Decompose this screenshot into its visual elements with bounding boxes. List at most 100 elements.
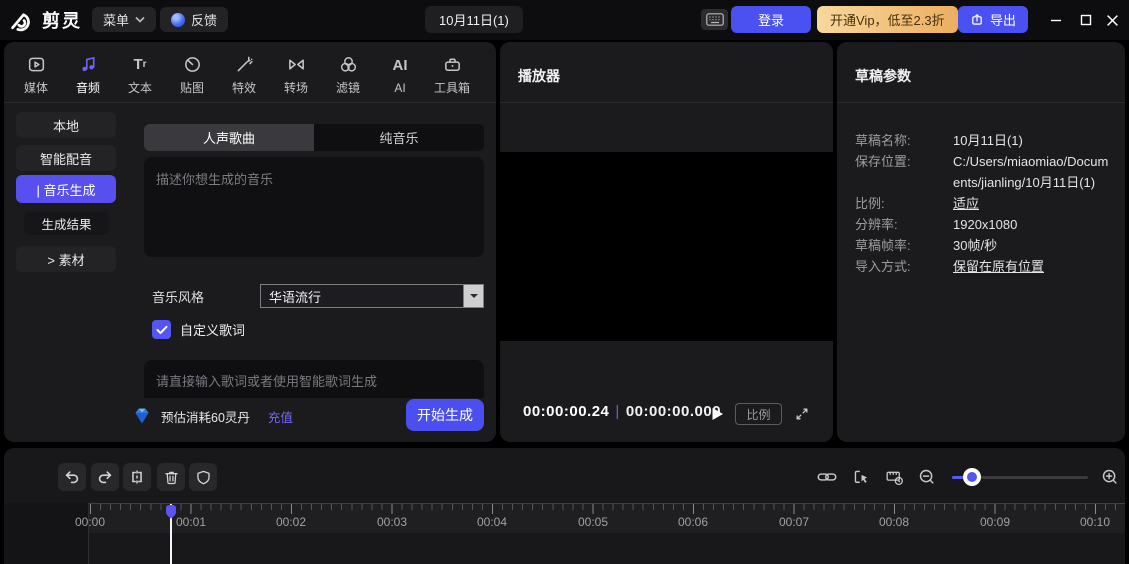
playhead-icon [165,504,177,519]
select-cursor-button[interactable] [851,467,871,487]
window-close-button[interactable] [1099,8,1125,32]
ruler-label: 00:10 [1080,515,1110,529]
slider-knob[interactable] [963,468,981,486]
sticker-icon [183,54,202,74]
tab-effects[interactable]: 特效 [218,50,270,100]
custom-lyrics-checkbox[interactable] [152,320,171,339]
preview-axis-button[interactable] [884,467,904,487]
tab-filters[interactable]: 滤镜 [322,50,374,100]
window-minimize-button[interactable] [1043,8,1069,32]
tab-media[interactable]: 媒体 [10,50,62,100]
timeline-playhead[interactable] [165,504,177,519]
app-name: 剪灵 [42,7,82,33]
mask-button[interactable] [189,463,217,491]
music-style-label: 音乐风格 [152,287,204,306]
shortcut-keyboard-button[interactable] [701,9,728,30]
tab-vocal-song[interactable]: 人声歌曲 [144,124,314,151]
tab-audio[interactable]: 音频 [62,50,114,100]
menu-label: 菜单 [103,10,129,29]
sidebar-item-music-generation[interactable]: | 音乐生成 [16,175,116,203]
menu-button[interactable]: 菜单 [92,7,156,32]
timeline-panel: 00:00 00:01 00:02 00:03 00:04 00:05 00:0… [4,448,1125,564]
draft-param-row: 导入方式: 保留在原有位置 [855,256,1111,277]
tab-instrumental[interactable]: 纯音乐 [314,124,484,151]
zoom-in-button[interactable] [1100,467,1120,487]
export-button[interactable]: 导出 [958,6,1028,33]
filter-icon [339,54,358,74]
link-button[interactable] [817,467,837,487]
chevron-down-icon [135,16,145,23]
draft-param-row: 草稿名称: 10月11日(1) [855,130,1111,151]
tool-label: 音频 [76,79,100,96]
tool-label: 转场 [284,79,308,96]
estimated-cost-text: 预估消耗60灵丹 [161,407,250,426]
param-label: 草稿帧率: [855,235,953,256]
music-style-row: 音乐风格 华语流行 [152,284,484,308]
tool-label: 文本 [128,79,152,96]
lyrics-input[interactable]: 请直接输入歌词或者使用智能歌词生成 [144,360,484,398]
delete-icon [163,469,180,486]
fullscreen-button[interactable] [794,404,814,424]
recharge-link[interactable]: 充值 [268,407,293,426]
login-button[interactable]: 登录 [731,6,811,33]
sidebar-item-generation-results[interactable]: 生成结果 [24,212,109,235]
tab-ai[interactable]: AI AI [374,50,426,100]
player-title: 播放器 [518,66,560,86]
start-generate-button[interactable]: 开始生成 [406,399,484,431]
music-type-tabs: 人声歌曲 纯音乐 [144,124,484,151]
draft-param-row: 比例: 适应 [855,193,1111,214]
ruler-label: 00:03 [377,515,407,529]
diamond-icon [132,407,152,425]
draft-params-rows: 草稿名称: 10月11日(1) 保存位置: C:/Users/miaomiao/… [855,130,1111,277]
player-divider [500,102,833,103]
param-value: 1920x1080 [953,214,1111,235]
ruler-label: 00:09 [980,515,1010,529]
param-label: 保存位置: [855,151,953,193]
export-label: 导出 [990,10,1016,29]
play-icon [711,407,724,421]
generate-row: 预估消耗60灵丹 充值 开始生成 [132,399,488,433]
zoom-out-button[interactable] [917,467,937,487]
sidebar-item-local[interactable]: 本地 [16,112,116,138]
player-panel: 播放器 00:00:00.24|00:00:00.000 比例 [500,42,833,442]
music-description-input[interactable]: 描述你想生成的音乐 [144,157,484,257]
timeline-zoom-slider[interactable] [952,470,1088,484]
param-value-aspect-link[interactable]: 适应 [953,193,1111,214]
param-value: C:/Users/miaomiao/Documents/jianling/10月… [953,151,1111,193]
tab-toolbox[interactable]: 工具箱 [426,50,478,100]
feedback-button[interactable]: 反馈 [160,7,228,32]
custom-lyrics-label: 自定义歌词 [180,320,245,339]
split-button[interactable] [123,463,151,491]
sidebar-item-assets[interactable]: > 素材 [16,246,116,272]
vip-button[interactable]: 开通Vip，低至2.3折 [817,6,958,33]
chevron-down-icon[interactable] [463,285,483,307]
tab-text[interactable]: Tr 文本 [114,50,166,100]
tab-sticker[interactable]: 贴图 [166,50,218,100]
aspect-ratio-button[interactable]: 比例 [735,403,782,425]
audio-note-icon [79,54,98,74]
param-label: 草稿名称: [855,130,953,151]
tab-transitions[interactable]: 转场 [270,50,322,100]
param-label: 导入方式: [855,256,953,277]
ruler-label: 00:02 [276,515,306,529]
param-label: 比例: [855,193,953,214]
minimize-icon [1050,14,1062,26]
redo-button[interactable] [91,463,119,491]
sidebar-item-smart-voice[interactable]: 智能配音 [16,145,116,171]
undo-button[interactable] [58,463,86,491]
window-maximize-button[interactable] [1073,8,1099,32]
play-button[interactable] [706,403,728,425]
category-toolbar: 媒体 音频 Tr 文本 贴图 [10,50,478,100]
check-icon [156,325,168,335]
select-cursor-icon [852,468,871,487]
app-logo: 剪灵 [10,7,82,33]
tool-label: 媒体 [24,79,48,96]
undo-icon [63,468,81,486]
param-value-import-link[interactable]: 保留在原有位置 [953,256,1111,277]
keyboard-icon [706,13,724,26]
delete-button[interactable] [157,463,185,491]
project-title[interactable]: 10月11日(1) [425,6,523,33]
player-controls: 00:00:00.24|00:00:00.000 比例 [500,400,833,428]
music-style-select[interactable]: 华语流行 [260,284,484,308]
video-preview[interactable] [500,152,833,341]
